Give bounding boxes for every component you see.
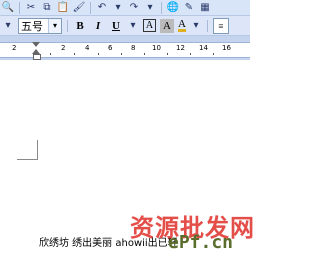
copy-icon[interactable]: ⧉ <box>41 2 53 14</box>
ruler-number: 4 <box>85 44 90 52</box>
ruler-tick <box>144 53 145 55</box>
formatting-toolbar: ▾ 五号 ▾ B I U ▾ A A A ▾ ≡ <box>0 16 250 36</box>
undo-icon[interactable]: ↶ <box>96 2 108 14</box>
ruler-number: 16 <box>222 44 231 52</box>
toolbar-separator <box>206 19 208 32</box>
redo-dropdown-icon[interactable]: ▾ <box>144 2 156 14</box>
standard-toolbar: 🔍 ✂ ⧉ 📋 🖌 ↶ ▾ ↷ ▾ 🌐 ✎ ▦ <box>0 0 250 16</box>
paste-icon[interactable]: 📋 <box>57 2 69 14</box>
font-color-icon[interactable]: A <box>178 19 186 32</box>
ruler-number: 8 <box>131 44 136 52</box>
toolbar-separator <box>67 19 68 32</box>
ruler-tick <box>190 53 191 55</box>
tables-borders-icon[interactable]: ✎ <box>183 2 195 14</box>
toolbar-separator <box>161 1 162 14</box>
character-shading-icon[interactable]: A <box>160 18 174 33</box>
chevron-down-icon[interactable]: ▾ <box>48 18 61 33</box>
ruler-number: 6 <box>108 44 113 52</box>
margin-corner-mark <box>37 140 38 160</box>
ruler-number: 10 <box>152 44 161 52</box>
first-line-indent-icon[interactable] <box>32 42 40 47</box>
margin-corner-mark <box>17 159 38 160</box>
ruler-number: 2 <box>61 44 66 52</box>
horizontal-ruler[interactable]: 2 2 4 6 8 10 12 14 16 <box>0 42 250 60</box>
ruler-tick <box>213 53 214 55</box>
insert-table-icon[interactable]: ▦ <box>199 2 211 14</box>
font-size-value: 五号 <box>21 19 43 33</box>
redo-icon[interactable]: ↷ <box>128 2 140 14</box>
toolbar-separator <box>90 1 91 14</box>
ruler-number: 12 <box>176 44 185 52</box>
print-preview-icon[interactable]: 🔍 <box>2 2 14 14</box>
ruler-number: 14 <box>199 44 208 52</box>
cut-icon[interactable]: ✂ <box>25 2 37 14</box>
underline-icon[interactable]: U <box>109 19 123 33</box>
ruler-tick <box>98 53 99 55</box>
ruler-tick <box>50 53 51 55</box>
ruler-number: 2 <box>12 44 17 52</box>
font-color-dropdown-icon[interactable]: ▾ <box>190 20 202 32</box>
character-border-icon[interactable]: A <box>143 19 156 32</box>
ruler-tick <box>121 53 122 55</box>
font-name-dropdown-icon[interactable]: ▾ <box>2 20 14 32</box>
ruler-tick <box>167 53 168 55</box>
format-painter-icon[interactable]: 🖌 <box>73 2 86 14</box>
bold-icon[interactable]: B <box>73 19 87 33</box>
undo-dropdown-icon[interactable]: ▾ <box>112 2 124 14</box>
toolbar-separator <box>19 1 20 14</box>
watermark-domain: ePf.cn <box>168 232 234 253</box>
italic-icon[interactable]: I <box>91 19 105 33</box>
font-size-select[interactable]: 五号 ▾ <box>18 17 62 34</box>
menu-icon[interactable]: ≡ <box>212 17 229 34</box>
underline-dropdown-icon[interactable]: ▾ <box>127 20 139 32</box>
ruler-tick <box>74 53 75 55</box>
hyperlink-icon[interactable]: 🌐 <box>167 2 179 14</box>
